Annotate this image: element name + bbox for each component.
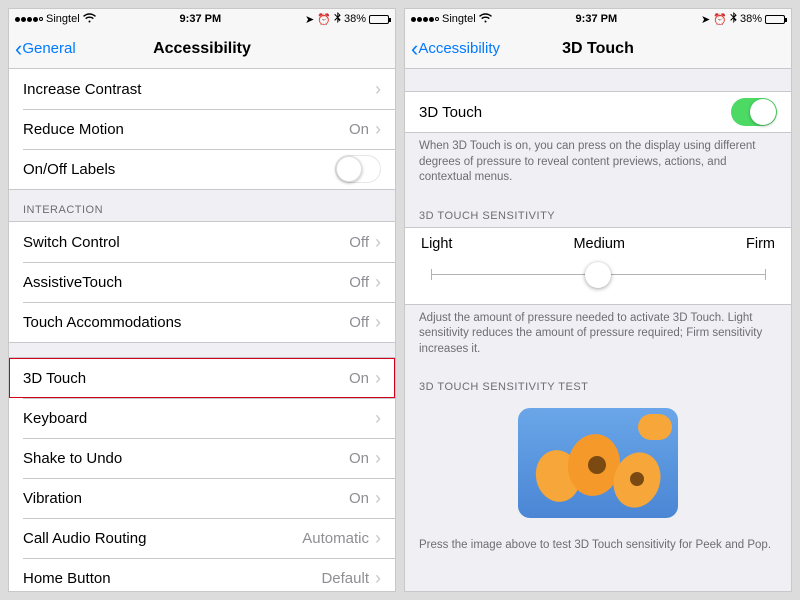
3d-touch-description: When 3D Touch is on, you can press on th… [405, 133, 791, 196]
location-icon: ➤ [305, 13, 314, 26]
slider-label-firm: Firm [746, 236, 775, 252]
slider-label-light: Light [421, 236, 452, 252]
back-label: Accessibility [418, 40, 500, 57]
page-title: Accessibility [153, 40, 251, 58]
signal-dots-icon [411, 17, 439, 22]
bluetooth-icon [334, 12, 341, 26]
chevron-left-icon: ‹ [15, 38, 22, 60]
row-call-audio-routing[interactable]: Call Audio Routing Automatic › [9, 518, 395, 558]
row-keyboard[interactable]: Keyboard › [9, 398, 395, 438]
bluetooth-icon [730, 12, 737, 26]
section-header-test: 3D TOUCH SENSITIVITY TEST [405, 367, 791, 398]
row-onoff-labels[interactable]: On/Off Labels [9, 149, 395, 189]
chevron-right-icon: › [375, 449, 381, 467]
3d-touch-switch[interactable] [731, 98, 777, 126]
status-time: 9:37 PM [576, 13, 618, 25]
nav-bar: ‹ General Accessibility [9, 29, 395, 69]
nav-bar: ‹ Accessibility 3D Touch [405, 29, 791, 69]
battery-pct: 38% [740, 13, 762, 25]
chevron-right-icon: › [375, 529, 381, 547]
sensitivity-slider-row: Light Medium Firm [405, 227, 791, 305]
carrier-label: Singtel [442, 13, 476, 25]
section-header-sensitivity: 3D TOUCH SENSITIVITY [405, 196, 791, 227]
wifi-icon [479, 13, 492, 26]
chevron-right-icon: › [375, 120, 381, 138]
chevron-right-icon: › [375, 409, 381, 427]
chevron-right-icon: › [375, 569, 381, 587]
carrier-label: Singtel [46, 13, 80, 25]
row-increase-contrast[interactable]: Increase Contrast › [9, 69, 395, 109]
battery-pct: 38% [344, 13, 366, 25]
battery-icon [765, 15, 785, 24]
alarm-icon: ⏰ [713, 13, 727, 26]
sensitivity-test-image[interactable] [518, 408, 678, 518]
row-3d-touch-toggle[interactable]: 3D Touch [405, 92, 791, 132]
status-time: 9:37 PM [180, 13, 222, 25]
back-label: General [22, 40, 75, 57]
section-header-interaction: INTERACTION [9, 190, 395, 221]
status-bar: Singtel 9:37 PM ➤ ⏰ 38% [9, 9, 395, 29]
alarm-icon: ⏰ [317, 13, 331, 26]
chevron-right-icon: › [375, 369, 381, 387]
row-3d-touch[interactable]: 3D Touch On › [9, 358, 395, 398]
row-touch-accommodations[interactable]: Touch Accommodations Off › [9, 302, 395, 342]
wifi-icon [83, 13, 96, 26]
slider-label-medium: Medium [573, 236, 625, 252]
row-assistivetouch[interactable]: AssistiveTouch Off › [9, 262, 395, 302]
page-title: 3D Touch [562, 40, 634, 58]
back-button[interactable]: ‹ General [15, 38, 76, 60]
accessibility-screen: Singtel 9:37 PM ➤ ⏰ 38% ‹ General A [8, 8, 396, 592]
location-icon: ➤ [701, 13, 710, 26]
chevron-left-icon: ‹ [411, 38, 418, 60]
sensitivity-description: Adjust the amount of pressure needed to … [405, 305, 791, 368]
row-home-button[interactable]: Home Button Default › [9, 558, 395, 591]
row-switch-control[interactable]: Switch Control Off › [9, 222, 395, 262]
sensitivity-slider[interactable] [431, 262, 765, 288]
onoff-labels-switch[interactable] [335, 155, 381, 183]
test-description: Press the image above to test 3D Touch s… [405, 532, 791, 564]
chevron-right-icon: › [375, 80, 381, 98]
row-vibration[interactable]: Vibration On › [9, 478, 395, 518]
signal-dots-icon [15, 17, 43, 22]
row-reduce-motion[interactable]: Reduce Motion On › [9, 109, 395, 149]
chevron-right-icon: › [375, 489, 381, 507]
slider-thumb[interactable] [585, 262, 611, 288]
row-shake-to-undo[interactable]: Shake to Undo On › [9, 438, 395, 478]
back-button[interactable]: ‹ Accessibility [411, 38, 500, 60]
chevron-right-icon: › [375, 313, 381, 331]
chevron-right-icon: › [375, 233, 381, 251]
chevron-right-icon: › [375, 273, 381, 291]
status-bar: Singtel 9:37 PM ➤ ⏰ 38% [405, 9, 791, 29]
3d-touch-screen: Singtel 9:37 PM ➤ ⏰ 38% ‹ Accessibility [404, 8, 792, 592]
battery-icon [369, 15, 389, 24]
